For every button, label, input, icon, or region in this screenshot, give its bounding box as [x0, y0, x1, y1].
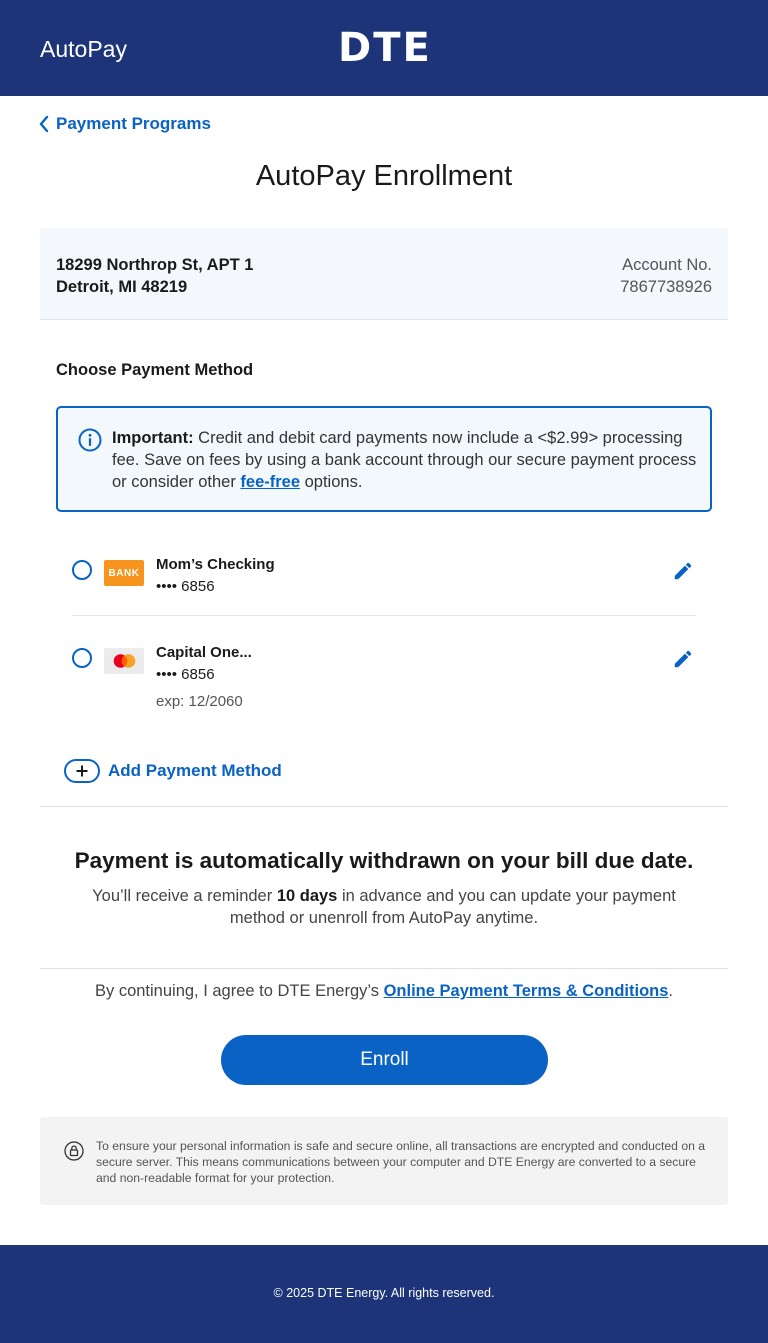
account-number-block: Account No. 7867738926	[620, 254, 712, 298]
address-line-2: Detroit, MI 48219	[56, 278, 188, 296]
method-divider	[72, 615, 696, 616]
account-number: 7867738926	[620, 278, 712, 296]
payment-method-masked-number: •••• 6856	[156, 578, 215, 595]
security-text: To ensure your personal information is s…	[96, 1139, 706, 1185]
page-title: AutoPay Enrollment	[255, 160, 513, 192]
terms-agreement: By continuing, I agree to DTE Energy’s O…	[0, 982, 768, 1001]
payment-method-radio[interactable]	[72, 560, 92, 580]
lock-icon	[64, 1141, 84, 1161]
choose-payment-method-label: Choose Payment Method	[56, 361, 254, 379]
service-address: 18299 Northrop St, APT 1 Detroit, MI 482…	[56, 254, 253, 298]
payment-method-radio[interactable]	[72, 648, 92, 668]
security-notice: To ensure your personal information is s…	[40, 1117, 728, 1205]
pencil-icon[interactable]	[672, 560, 694, 582]
notice-text: Important: Credit and debit card payment…	[112, 427, 702, 493]
chevron-left-icon	[38, 112, 56, 136]
payment-method-item[interactable]: Capital One... •••• 6856 exp: 12/2060	[72, 643, 696, 715]
page-footer: © 2025 DTE Energy. All rights reserved.	[0, 1245, 768, 1343]
dte-logo[interactable]: DTE	[338, 28, 432, 68]
autopay-info-title: Payment is automatically withdrawn on yo…	[74, 848, 694, 873]
bank-icon: BANK	[104, 560, 144, 586]
processing-fee-notice: Important: Credit and debit card payment…	[56, 406, 712, 512]
back-link-payment-programs[interactable]: Payment Programs	[38, 112, 211, 136]
pencil-icon[interactable]	[672, 648, 694, 670]
payment-method-masked-number: •••• 6856	[156, 666, 215, 683]
payment-method-name: Capital One...	[156, 644, 252, 661]
reminder-days: 10 days	[276, 887, 338, 905]
mastercard-icon	[104, 648, 144, 674]
account-number-label: Account No.	[622, 256, 712, 274]
section-divider	[40, 968, 728, 969]
desc-text: You’ll receive a reminder	[92, 887, 277, 905]
plus-circle-icon	[64, 759, 100, 783]
terms-conditions-link[interactable]: Online Payment Terms & Conditions	[384, 982, 669, 1000]
app-title: AutoPay	[40, 36, 127, 62]
terms-text: By continuing, I agree to DTE Energy’s	[94, 982, 384, 1000]
account-summary: 18299 Northrop St, APT 1 Detroit, MI 482…	[40, 228, 728, 320]
payment-method-name: Mom’s Checking	[156, 556, 275, 573]
copyright: © 2025 DTE Energy. All rights reserved.	[273, 1286, 495, 1300]
info-icon	[78, 428, 102, 452]
add-payment-method-label: Add Payment Method	[108, 761, 282, 780]
payment-method-item[interactable]: BANK Mom’s Checking •••• 6856	[72, 555, 696, 605]
back-link-label: Payment Programs	[56, 114, 211, 133]
payment-method-expiry: exp: 12/2060	[156, 693, 243, 710]
notice-body: Credit and debit card payments now inclu…	[112, 429, 697, 491]
section-divider	[40, 806, 728, 807]
terms-text: .	[668, 982, 674, 1000]
address-line-1: 18299 Northrop St, APT 1	[56, 256, 254, 274]
enroll-button[interactable]: Enroll	[221, 1035, 548, 1085]
autopay-info-description: You’ll receive a reminder 10 days in adv…	[84, 885, 684, 929]
app-header: AutoPay DTE	[0, 0, 768, 96]
add-payment-method-button[interactable]: Add Payment Method	[64, 758, 282, 784]
notice-tail: options.	[300, 473, 363, 491]
notice-strong: Important:	[112, 429, 194, 447]
fee-free-link[interactable]: fee-free	[240, 473, 300, 491]
